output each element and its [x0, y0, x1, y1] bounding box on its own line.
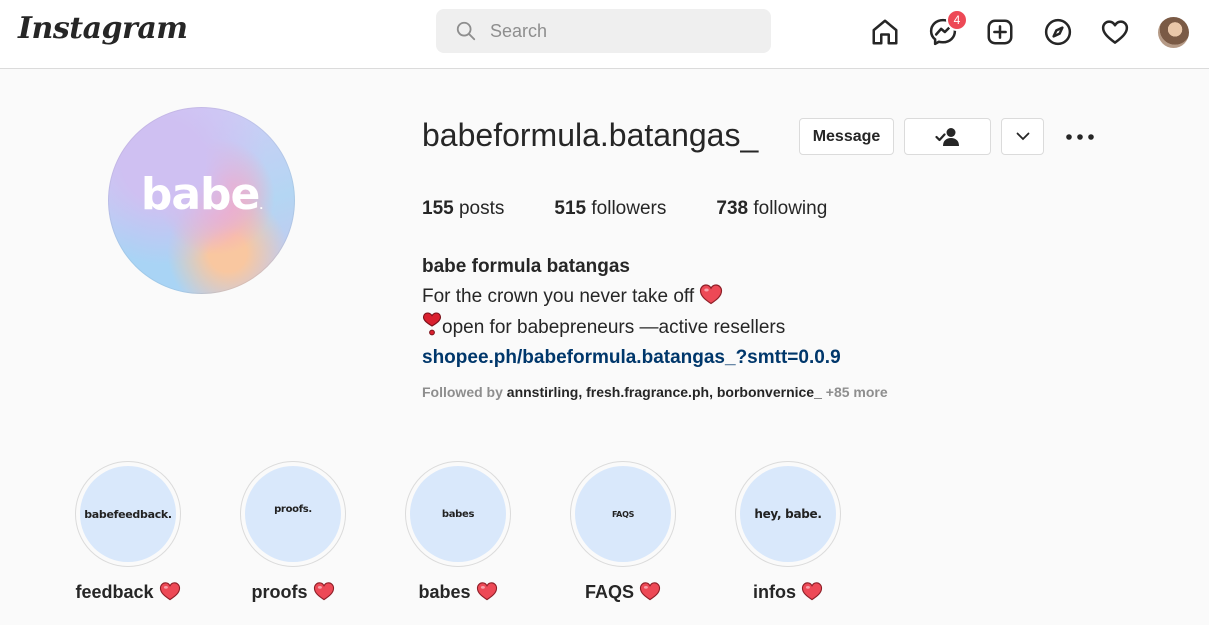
- posts-count: 155 posts: [422, 198, 505, 219]
- followed-by-text[interactable]: Followed by annstirling, fresh.fragrance…: [422, 384, 888, 400]
- highlight-ring: babefeedback.: [75, 461, 181, 567]
- profile-picture-logo: babe.: [140, 169, 263, 220]
- search-box[interactable]: [436, 9, 771, 53]
- profile-avatar[interactable]: [1158, 17, 1189, 48]
- profile-username: babeformula.batangas_: [422, 117, 759, 153]
- notification-badge: 4: [946, 9, 968, 31]
- following-count[interactable]: 738 following: [716, 198, 827, 220]
- highlight-label: FAQS: [540, 581, 706, 603]
- top-navigation-bar: Instagram 4: [0, 0, 1209, 69]
- explore-icon[interactable]: [1042, 16, 1074, 48]
- bio-line-1: For the crown you never take off: [422, 282, 841, 312]
- new-post-icon[interactable]: [984, 16, 1016, 48]
- follower-name[interactable]: annstirling: [507, 384, 579, 400]
- bio-website-link[interactable]: shopee.ph/babeformula.batangas_?smtt=0.0…: [422, 343, 841, 373]
- follower-name[interactable]: borbonvernice_: [717, 384, 822, 400]
- home-icon[interactable]: [869, 16, 901, 48]
- highlight-ring: proofs.: [240, 461, 346, 567]
- bio-line-2: open for babepreneurs —active resellers: [422, 312, 841, 343]
- heart-emoji-icon: [159, 582, 180, 601]
- suggested-dropdown-button[interactable]: [1001, 118, 1044, 155]
- highlight-label: proofs: [210, 581, 376, 603]
- highlight-label: infos: [705, 581, 871, 603]
- profile-stats: 155 posts 515 followers 738 following: [422, 198, 877, 220]
- heart-emoji-icon: [801, 582, 823, 601]
- user-check-icon: [934, 127, 959, 146]
- highlight-label: babes: [375, 581, 541, 603]
- story-highlight-faqs[interactable]: FAQS FAQS: [570, 461, 676, 602]
- search-input[interactable]: [490, 20, 740, 42]
- highlight-cover: FAQS: [575, 466, 671, 562]
- highlight-cover: proofs.: [245, 466, 341, 562]
- profile-picture[interactable]: babe.: [108, 107, 295, 294]
- more-options-icon[interactable]: [1062, 122, 1098, 152]
- highlight-cover: babefeedback.: [80, 466, 176, 562]
- story-highlight-proofs[interactable]: proofs. proofs: [240, 461, 346, 602]
- highlight-cover: hey, babe.: [740, 466, 836, 562]
- activity-heart-icon[interactable]: [1099, 16, 1131, 48]
- story-highlight-babes[interactable]: babes babes: [405, 461, 511, 602]
- search-icon: [456, 21, 476, 41]
- instagram-logo[interactable]: Instagram: [18, 11, 188, 46]
- heart-emoji-icon: [700, 284, 723, 305]
- followers-count[interactable]: 515 followers: [554, 198, 666, 220]
- follower-name[interactable]: fresh.fragrance.ph: [586, 384, 709, 400]
- following-button[interactable]: [904, 118, 991, 155]
- profile-bio: babe formula batangas For the crown you …: [422, 252, 841, 373]
- profile-full-name: babe formula batangas: [422, 256, 630, 277]
- chevron-down-icon: [1016, 132, 1029, 141]
- highlight-ring: FAQS: [570, 461, 676, 567]
- heart-emoji-icon: [313, 582, 334, 601]
- highlight-label: feedback: [45, 581, 211, 603]
- message-button[interactable]: Message: [799, 118, 894, 155]
- heart-emoji-icon: [639, 582, 661, 601]
- highlight-ring: babes: [405, 461, 511, 567]
- highlight-ring: hey, babe.: [735, 461, 841, 567]
- story-highlight-infos[interactable]: hey, babe. infos: [735, 461, 841, 602]
- heart-emoji-icon: [476, 582, 497, 601]
- heart-exclamation-emoji-icon: [422, 312, 442, 336]
- story-highlight-feedback[interactable]: babefeedback. feedback: [75, 461, 181, 602]
- highlight-cover: babes: [410, 466, 506, 562]
